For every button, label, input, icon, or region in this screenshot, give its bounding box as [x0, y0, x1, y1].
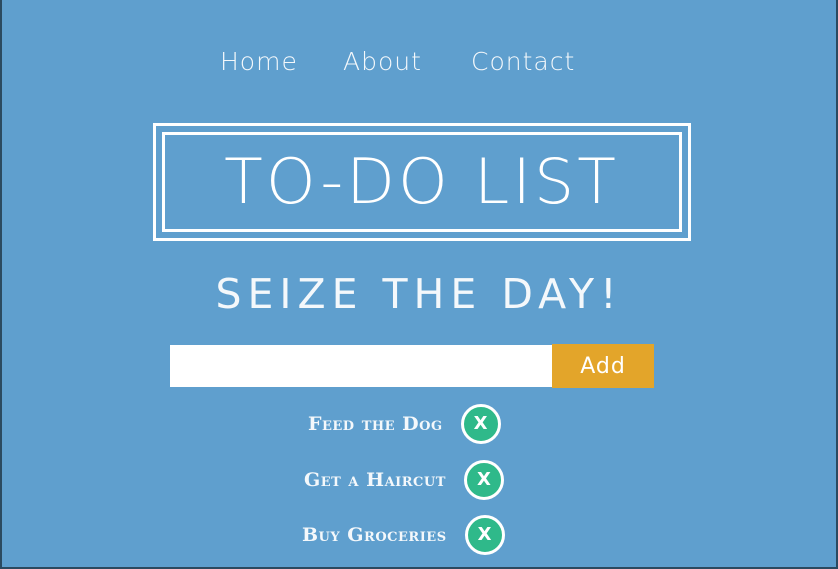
nav-link-contact[interactable]: Contact [471, 44, 575, 80]
todo-label: Buy Groceries [302, 524, 447, 546]
todo-item: Buy Groceries X [302, 513, 505, 557]
page-tagline: SEIZE THE DAY! [215, 270, 623, 318]
delete-task-button[interactable]: X [463, 460, 504, 500]
delete-task-button[interactable]: X [460, 404, 501, 444]
delete-task-button[interactable]: X [464, 515, 505, 555]
app-page: Home About Contact TO-DO LIST SEIZE THE … [0, 0, 838, 569]
nav-link-home[interactable]: Home [220, 44, 298, 80]
add-task-form: Add [170, 344, 654, 388]
todo-item: Feed the Dog X [308, 402, 501, 446]
title-frame: TO-DO LIST [153, 123, 691, 241]
todo-label: Get a Haircut [304, 469, 446, 491]
top-nav: Home About Contact [2, 44, 836, 80]
nav-link-about[interactable]: About [343, 44, 422, 80]
close-icon: X [477, 524, 492, 545]
add-button[interactable]: Add [552, 344, 654, 388]
close-icon: X [476, 469, 491, 490]
todo-label: Feed the Dog [308, 413, 443, 435]
todo-item: Get a Haircut X [304, 458, 504, 502]
page-title: TO-DO LIST [224, 145, 620, 218]
title-inner-frame: TO-DO LIST [162, 132, 682, 232]
task-input[interactable] [170, 345, 552, 387]
close-icon: X [473, 413, 488, 434]
